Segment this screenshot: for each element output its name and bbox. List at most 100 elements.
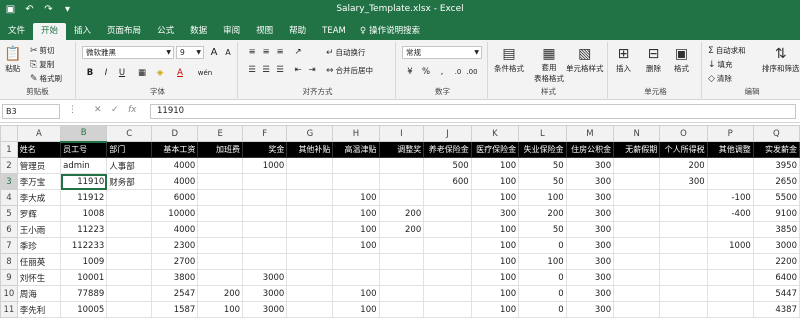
cell[interactable]: 6400 [752, 269, 800, 286]
cell[interactable]: 300 [659, 173, 708, 190]
percent-button[interactable]: % [420, 66, 432, 78]
cell[interactable]: 2700 [151, 253, 199, 270]
enter-icon[interactable]: ✓ [111, 105, 119, 115]
cell[interactable] [613, 301, 661, 318]
cell[interactable]: 300 [565, 205, 615, 222]
cell[interactable] [423, 221, 472, 238]
bold-button[interactable]: B [84, 67, 96, 79]
fill-button[interactable]: ↓ 填充 [708, 59, 733, 70]
cell[interactable]: 600 [423, 173, 472, 190]
cell[interactable] [197, 189, 244, 206]
cell[interactable] [423, 205, 472, 222]
insert-cells-button[interactable]: ⊞ 插入 [616, 46, 631, 74]
cell[interactable] [659, 285, 708, 302]
cell[interactable] [286, 285, 334, 302]
cell[interactable]: 2300 [151, 237, 199, 254]
cell[interactable]: 10000 [151, 205, 199, 222]
format-as-table-button[interactable]: ▦ 套用 表格格式 [534, 46, 564, 84]
header-cell[interactable]: 实发薪金 [752, 141, 800, 158]
borders-icon[interactable]: ▦ [136, 67, 148, 79]
cell[interactable] [242, 189, 288, 206]
cell[interactable]: 100 [470, 157, 520, 174]
cell[interactable]: 0 [518, 237, 567, 254]
cell[interactable] [197, 253, 244, 270]
cell[interactable]: 100 [518, 253, 567, 270]
decrease-decimal-icon[interactable]: .00 [466, 66, 478, 78]
column-header[interactable]: D [151, 125, 199, 142]
paste-button[interactable]: 📋 粘贴 [4, 46, 21, 74]
cell[interactable]: 200 [518, 205, 567, 222]
row-header[interactable]: 6 [0, 221, 18, 238]
align-center-icon[interactable]: ☰ [260, 64, 272, 76]
column-header[interactable]: G [286, 125, 334, 142]
cell[interactable]: 200 [659, 157, 708, 174]
cell[interactable] [423, 189, 472, 206]
tab-review[interactable]: 审阅 [215, 23, 248, 40]
cell[interactable]: 100 [470, 253, 520, 270]
header-cell[interactable]: 养老保险金 [423, 141, 472, 158]
cell[interactable] [106, 253, 153, 270]
format-cells-button[interactable]: ▣ 格式 [674, 46, 689, 74]
cell[interactable]: 100 [197, 301, 244, 318]
header-cell[interactable]: 员工号 [60, 141, 108, 158]
cell[interactable] [106, 301, 153, 318]
cell[interactable]: 5500 [752, 189, 800, 206]
row-header[interactable]: 3 [0, 173, 18, 190]
cell[interactable] [613, 173, 661, 190]
row-header[interactable]: 11 [0, 301, 18, 318]
cell[interactable] [378, 301, 425, 318]
cell[interactable]: 100 [470, 221, 520, 238]
cell[interactable] [197, 205, 244, 222]
tell-me-search[interactable]: ♀ 操作说明搜索 [360, 23, 420, 40]
header-cell[interactable]: 失业保险金 [518, 141, 567, 158]
header-cell[interactable]: 姓名 [16, 141, 62, 158]
cell[interactable]: 1008 [60, 205, 108, 222]
cell[interactable]: 1587 [151, 301, 199, 318]
cell[interactable]: 1000 [242, 157, 288, 174]
cell[interactable]: 2200 [752, 253, 800, 270]
row-header[interactable]: 2 [0, 157, 18, 174]
cell-styles-button[interactable]: ▧ 单元格样式 [566, 46, 604, 74]
cell[interactable] [706, 157, 754, 174]
cell[interactable]: 300 [565, 253, 615, 270]
cell[interactable]: 77889 [60, 285, 108, 302]
conditional-format-button[interactable]: ▤ 条件格式 [494, 46, 524, 74]
cell[interactable] [286, 221, 334, 238]
cell[interactable] [197, 269, 244, 286]
cell[interactable]: 100 [332, 237, 380, 254]
cell[interactable] [242, 221, 288, 238]
cell[interactable] [106, 269, 153, 286]
cell[interactable] [197, 173, 244, 190]
cell[interactable]: 9100 [752, 205, 800, 222]
cell[interactable]: 300 [565, 221, 615, 238]
cell[interactable]: 5447 [752, 285, 800, 302]
cell[interactable] [706, 253, 754, 270]
header-cell[interactable]: 医疗保险金 [470, 141, 520, 158]
cell[interactable]: 3850 [752, 221, 800, 238]
cell[interactable]: 300 [565, 173, 615, 190]
sort-filter-button[interactable]: ⇅ 排序和筛选 [762, 46, 800, 74]
autosum-button[interactable]: Σ 自动求和 [708, 45, 746, 56]
cell[interactable] [659, 269, 708, 286]
align-bottom-icon[interactable]: ≡ [274, 46, 286, 58]
merge-center-button[interactable]: ⇔ 合并后居中 [326, 65, 373, 76]
cell[interactable] [659, 189, 708, 206]
column-header[interactable]: Q [752, 125, 800, 142]
cell[interactable] [613, 189, 661, 206]
cell[interactable] [106, 205, 153, 222]
cell[interactable] [378, 285, 425, 302]
cell[interactable] [378, 189, 425, 206]
cell[interactable] [423, 269, 472, 286]
cell[interactable]: 周海 [16, 285, 62, 302]
cell[interactable] [613, 205, 661, 222]
column-header[interactable]: J [423, 125, 472, 142]
cell[interactable]: -400 [706, 205, 754, 222]
cell[interactable]: 6000 [151, 189, 199, 206]
cell[interactable]: -100 [706, 189, 754, 206]
cell[interactable]: 100 [332, 285, 380, 302]
cell[interactable] [423, 301, 472, 318]
cell[interactable] [286, 237, 334, 254]
column-header[interactable]: A [16, 125, 62, 142]
cell[interactable]: 2650 [752, 173, 800, 190]
cell[interactable]: 0 [518, 269, 567, 286]
